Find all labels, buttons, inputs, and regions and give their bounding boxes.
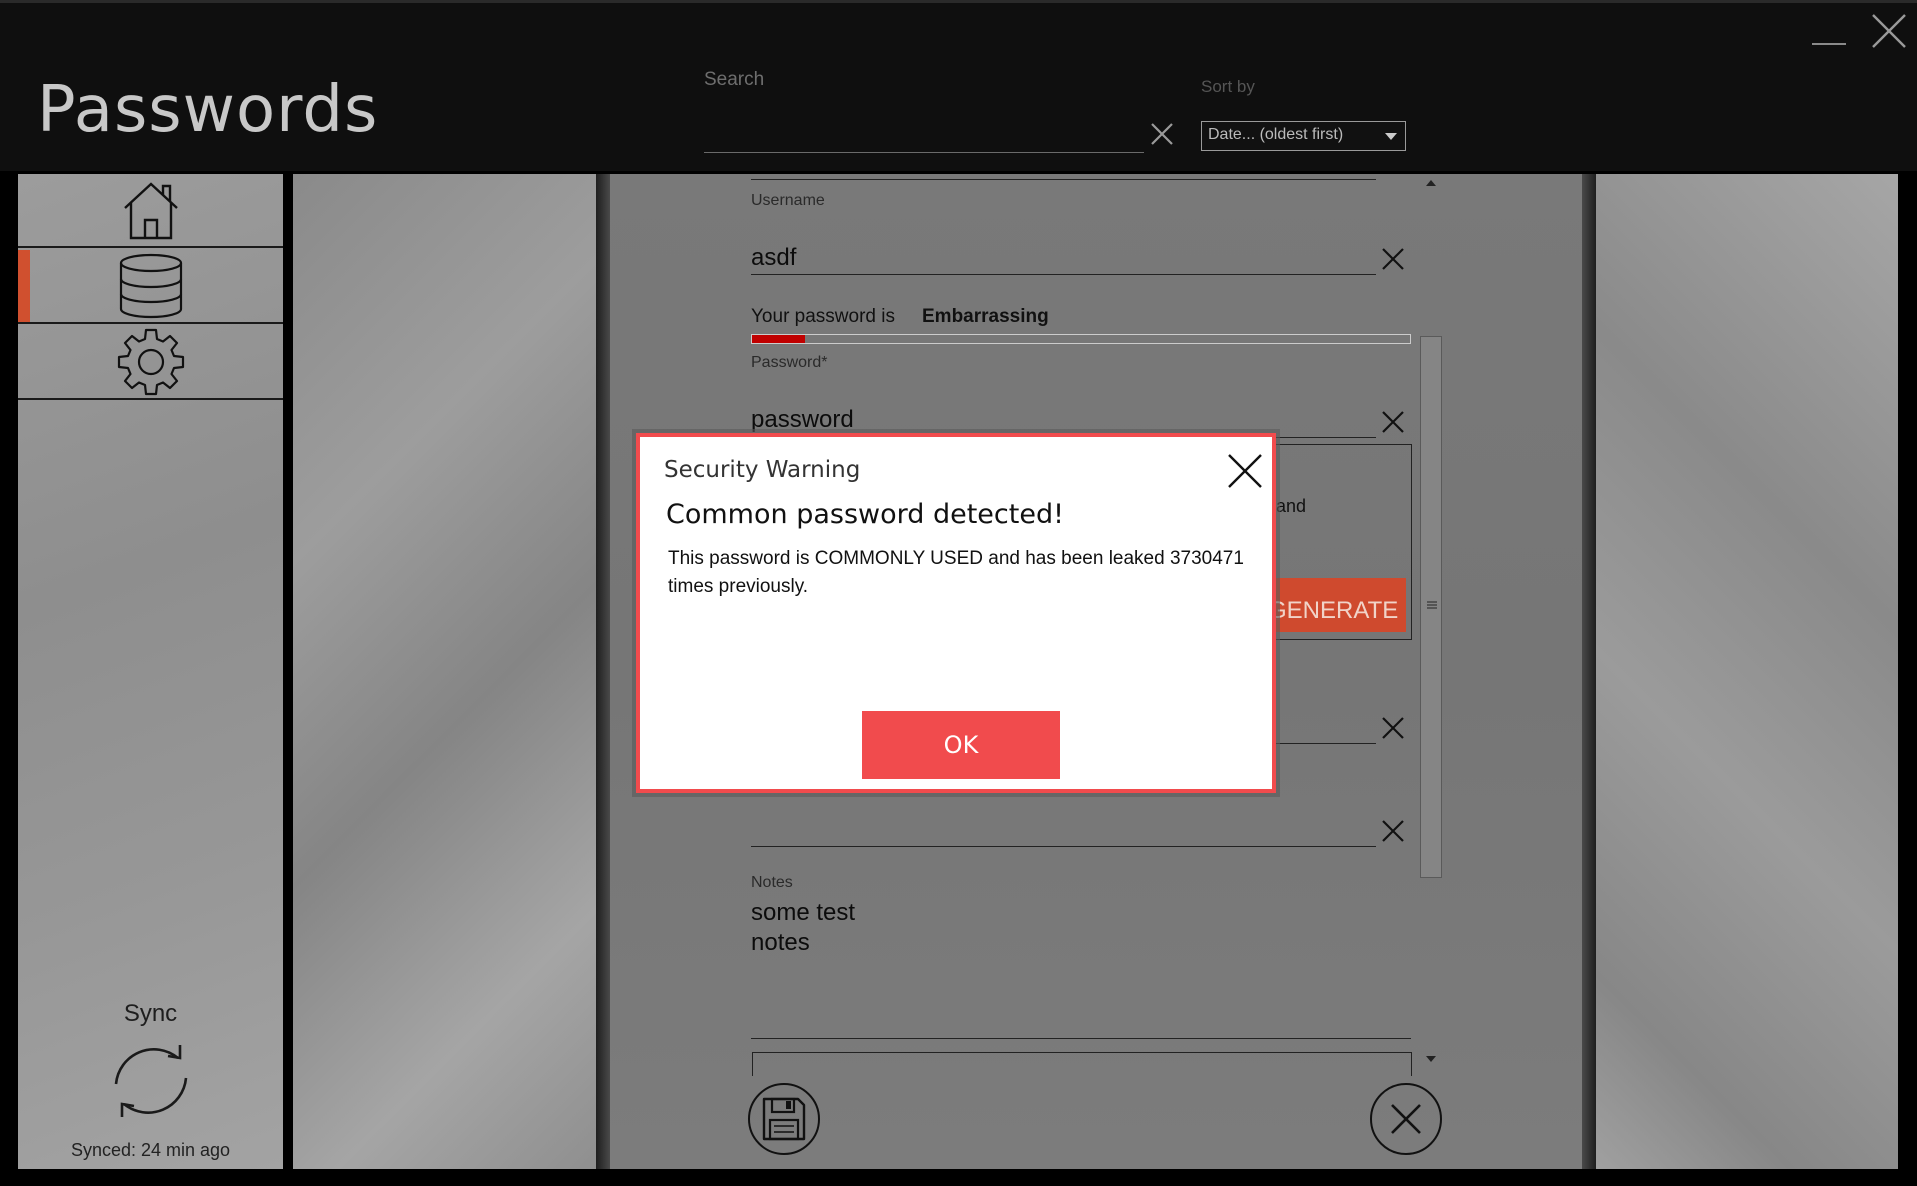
notes-label: Notes: [751, 874, 793, 891]
gear-icon: [117, 328, 184, 396]
database-icon: [119, 253, 182, 319]
close-icon: [1391, 1104, 1421, 1134]
notes-underline: [751, 1038, 1411, 1039]
dialog-heading: Security Warning: [664, 457, 861, 483]
window-close-icon[interactable]: [1869, 11, 1909, 51]
url-clear-icon[interactable]: [1380, 715, 1406, 741]
category-clear-icon[interactable]: [1380, 818, 1406, 844]
strength-prefix: Your password is: [751, 306, 895, 327]
chevron-down-icon: [1385, 133, 1397, 140]
sidebar: Sync Synced: 24 min ago: [18, 174, 283, 1169]
field-underline-hidden-1: [1270, 743, 1376, 744]
password-strength-bar: [751, 334, 1411, 344]
sort-dropdown[interactable]: Date... (oldest first): [1201, 121, 1406, 151]
search-label: Search: [704, 69, 765, 90]
username-clear-icon[interactable]: [1380, 246, 1406, 272]
dialog-close-icon[interactable]: [1225, 451, 1265, 491]
save-button[interactable]: [748, 1083, 820, 1155]
password-label: Password*: [751, 354, 828, 371]
minimize-icon: [1812, 43, 1846, 45]
strength-value: Embarrassing: [922, 306, 1049, 327]
field-underline-previous: [751, 179, 1376, 180]
password-strength-fill: [752, 335, 805, 343]
sidebar-item-home[interactable]: [18, 174, 283, 248]
search-input[interactable]: [704, 113, 1144, 153]
notes-line-1[interactable]: some test: [751, 899, 855, 927]
title-bar: Passwords Search Sort by Date... (oldest…: [0, 0, 1917, 171]
sync-status: Synced: 24 min ago: [70, 1140, 231, 1160]
password-clear-icon[interactable]: [1380, 409, 1406, 435]
save-icon: [762, 1097, 806, 1141]
generate-button[interactable]: GENERATE: [1268, 578, 1406, 632]
scroll-grip-icon: [1427, 601, 1437, 609]
dialog-title: Common password detected!: [666, 499, 1064, 530]
sort-selected-value: Date... (oldest first): [1208, 126, 1344, 143]
ok-button[interactable]: OK: [862, 711, 1060, 779]
dialog-message: This password is COMMONLY USED and has b…: [668, 548, 1244, 597]
security-warning-dialog: Security Warning Common password detecte…: [636, 433, 1276, 793]
app-title: Passwords: [37, 73, 379, 147]
scroll-down-icon[interactable]: [1426, 1056, 1436, 1062]
cancel-button[interactable]: [1370, 1083, 1442, 1155]
notes-line-2[interactable]: notes: [751, 929, 810, 957]
sync-icon[interactable]: [106, 1036, 196, 1126]
search-clear-icon[interactable]: [1149, 121, 1175, 147]
generator-option-text: and: [1276, 496, 1307, 516]
sidebar-item-database[interactable]: [18, 250, 283, 324]
username-label: Username: [751, 192, 825, 209]
panel-divider-left: [596, 174, 610, 1169]
sidebar-item-settings[interactable]: [18, 326, 283, 400]
background-left: [293, 174, 596, 1169]
panel-divider-right: [1582, 174, 1596, 1169]
minimize-button[interactable]: [1806, 23, 1852, 53]
home-icon: [123, 182, 178, 240]
username-underline: [751, 274, 1376, 275]
background-right: [1596, 174, 1898, 1169]
scroll-up-icon[interactable]: [1426, 180, 1436, 186]
sort-label: Sort by: [1201, 77, 1255, 96]
username-input[interactable]: asdf: [751, 244, 796, 272]
field-underline-hidden-2: [751, 846, 1376, 847]
sync-label: Sync: [123, 1000, 178, 1027]
next-field-partial: [752, 1052, 1412, 1076]
